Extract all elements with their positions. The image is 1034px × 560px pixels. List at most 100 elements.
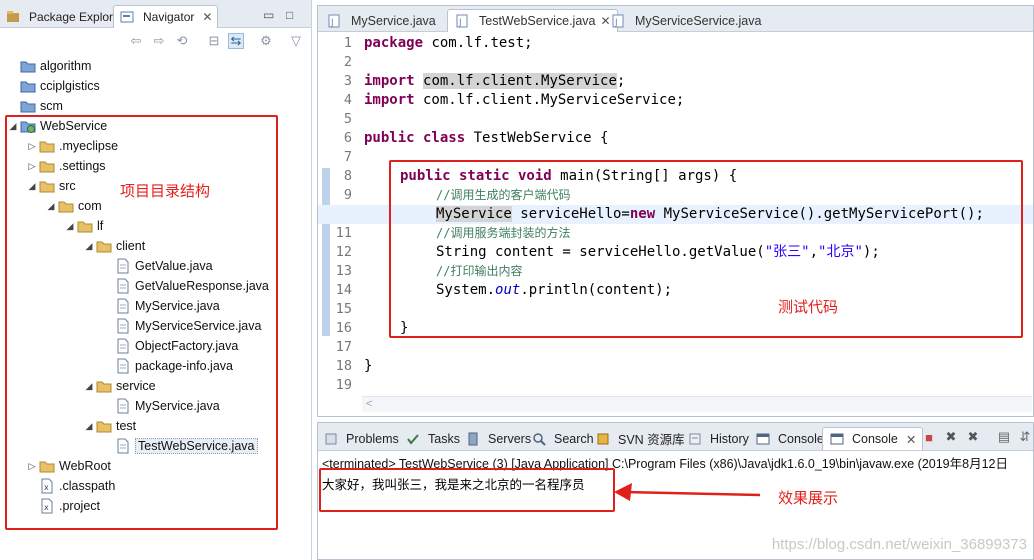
expand-toggle-icon[interactable]: ◢ — [82, 241, 96, 252]
tree-item[interactable]: algorithm — [6, 56, 91, 76]
tree-item[interactable]: ◢ service — [82, 376, 156, 396]
line-number: 17 — [335, 339, 352, 355]
tree-item[interactable]: ◢ client — [82, 236, 146, 256]
tree-item[interactable]: ◢ lf — [63, 216, 104, 236]
directory-annotation: 项目目录结构 — [120, 183, 211, 200]
filters-icon[interactable]: ⚙ — [258, 33, 274, 49]
editor-tab-testwebservice[interactable]: J TestWebService.java ✕ — [447, 9, 618, 32]
line-number: 19 — [335, 377, 352, 393]
expand-toggle-icon[interactable]: ◢ — [82, 421, 96, 432]
tab-history[interactable]: History — [684, 427, 752, 450]
clear-console-icon[interactable]: ▤ — [996, 429, 1012, 445]
expand-toggle-icon[interactable]: ◢ — [44, 201, 58, 212]
tree-item[interactable]: ▷ WebRoot — [25, 456, 111, 476]
horizontal-scrollbar[interactable]: < — [362, 396, 1032, 412]
svg-text:J: J — [614, 18, 618, 28]
tree-item[interactable]: MyService.java — [101, 296, 220, 316]
tree-item[interactable]: GetValueResponse.java — [101, 276, 269, 296]
link-with-editor-icon[interactable]: ⇆ — [228, 33, 244, 49]
output-annotation: 效果展示 — [778, 490, 839, 507]
tree-item[interactable]: MyService.java — [101, 396, 220, 416]
terminate-icon[interactable]: ■ — [921, 429, 937, 445]
tab-tasks[interactable]: Tasks — [402, 427, 463, 450]
tab-package-explorer[interactable]: Package Explorer — [0, 5, 129, 28]
expand-toggle-icon[interactable]: ◢ — [63, 221, 77, 232]
expand-toggle-icon[interactable]: ◢ — [82, 381, 96, 392]
editor-tab-myservice[interactable]: J MyService.java — [320, 9, 442, 32]
tab-navigator[interactable]: Navigator ✕ — [113, 5, 219, 28]
folder-icon — [39, 178, 55, 194]
scroll-lock-icon[interactable]: ⇵ — [1017, 429, 1033, 445]
tree-item-label: .myeclipse — [59, 139, 119, 153]
navigator-panel: Package Explorer Navigator ✕ ▭ □ ⇦ ⇨ ⟲ ⊟… — [0, 0, 312, 560]
up-icon[interactable]: ⟲ — [174, 33, 190, 49]
expand-toggle-icon[interactable]: ▷ — [25, 461, 39, 472]
scroll-left-icon[interactable]: < — [366, 398, 372, 410]
project-icon — [20, 58, 36, 74]
tree-item[interactable]: ▷ .settings — [25, 156, 106, 176]
tree-item-label: test — [116, 419, 137, 433]
editor-tab-myserviceservice[interactable]: J MyServiceService.java — [604, 9, 767, 32]
tab-console-active[interactable]: Console ✕ — [822, 427, 924, 450]
search-icon — [531, 431, 547, 447]
folder-icon — [96, 378, 112, 394]
collapse-all-icon[interactable]: ⊟ — [206, 33, 222, 49]
line-number: 15 — [335, 301, 352, 317]
tab-servers[interactable]: Servers — [462, 427, 534, 450]
svg-text:x: x — [44, 483, 49, 492]
watermark: https://blog.csdn.net/weixin_36899373 — [771, 536, 1027, 553]
minimize-icon[interactable]: ▭ — [263, 8, 274, 22]
tree-item[interactable]: x .classpath — [25, 476, 115, 496]
code-text-area[interactable]: 12345678910111213141516171819 package co… — [318, 32, 1033, 396]
tree-item[interactable]: package-info.java — [101, 356, 233, 376]
tree-item[interactable]: ObjectFactory.java — [101, 336, 238, 356]
java-file-icon — [115, 318, 131, 334]
project-icon — [20, 98, 36, 114]
tree-item-label: GetValue.java — [135, 259, 213, 273]
tab-label: TestWebService.java — [479, 14, 596, 28]
expand-toggle-icon[interactable]: ▷ — [25, 161, 39, 172]
tree-item[interactable]: ▷ .myeclipse — [25, 136, 119, 156]
console-icon — [755, 431, 771, 447]
tab-console[interactable]: Console — [752, 427, 827, 450]
tab-search[interactable]: Search — [528, 427, 597, 450]
tree-item-label: package-info.java — [135, 359, 233, 373]
code-editor: J MyService.java J TestWebService.java ✕… — [317, 5, 1034, 417]
close-icon[interactable]: ✕ — [906, 432, 916, 447]
java-file-icon — [115, 298, 131, 314]
remove-all-icon[interactable]: ✖ — [965, 429, 981, 445]
tree-item[interactable]: scm — [6, 96, 63, 116]
remove-launch-icon[interactable]: ✖ — [943, 429, 959, 445]
folder-icon — [96, 238, 112, 254]
tree-item[interactable]: ◢ src — [25, 176, 76, 196]
tree-item[interactable]: GetValue.java — [101, 256, 213, 276]
tree-item-label: src — [59, 179, 76, 193]
tree-item[interactable]: cciplgistics — [6, 76, 100, 96]
view-menu-icon[interactable]: ▽ — [288, 33, 304, 49]
tree-item[interactable]: TestWebService.java — [101, 436, 258, 456]
close-icon[interactable]: ✕ — [202, 10, 212, 24]
java-file-icon — [115, 338, 131, 354]
tree-item-label: ObjectFactory.java — [135, 339, 239, 353]
code-line: import com.lf.client.MyService; — [364, 73, 626, 89]
tree-item[interactable]: ◢ WebService — [6, 116, 107, 136]
tree-item-label: WebService — [40, 119, 108, 133]
tab-problems[interactable]: Problems — [320, 427, 402, 450]
maximize-icon[interactable]: □ — [286, 8, 293, 22]
history-icon — [687, 431, 703, 447]
forward-icon[interactable]: ⇨ — [151, 33, 167, 49]
servers-icon — [465, 431, 481, 447]
expand-toggle-icon[interactable]: ◢ — [25, 181, 39, 192]
tree-item[interactable]: x .project — [25, 496, 100, 516]
tree-item-label: MyServiceService.java — [135, 319, 262, 333]
java-file-icon — [115, 438, 131, 454]
expand-toggle-icon[interactable]: ◢ — [6, 121, 20, 132]
tree-item[interactable]: ◢ com — [44, 196, 102, 216]
tree-item[interactable]: ◢ test — [82, 416, 137, 436]
java-file-icon — [115, 258, 131, 274]
tree-item[interactable]: MyServiceService.java — [101, 316, 261, 336]
tab-svn-repository[interactable]: SVN 资源库 — [592, 427, 688, 450]
back-icon[interactable]: ⇦ — [128, 33, 144, 49]
xml-file-icon: x — [39, 478, 55, 494]
expand-toggle-icon[interactable]: ▷ — [25, 141, 39, 152]
